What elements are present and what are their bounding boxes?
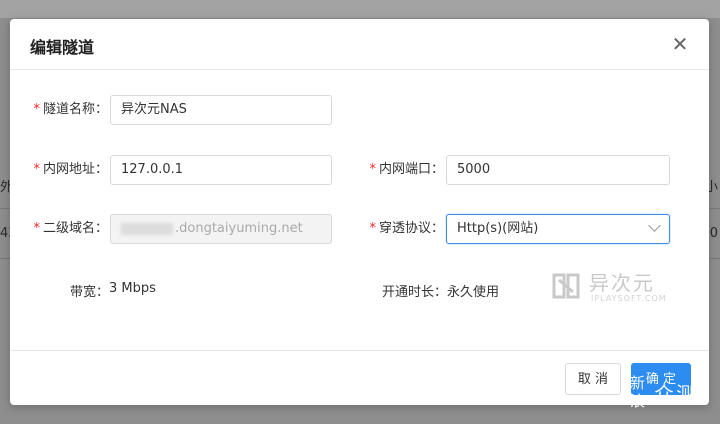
edit-tunnel-dialog: 编辑隧道 ✕ *隧道名称： 异次元NAS *内网地址： 127.0.0.1 *内… xyxy=(10,19,709,405)
protocol-select[interactable]: Http(s)(网站) xyxy=(446,214,670,244)
watermark-text: 众测 xyxy=(654,384,698,404)
intranet-address-label: *内网地址： xyxy=(30,155,108,185)
required-mark: * xyxy=(33,221,40,236)
protocol-label: *穿透协议： xyxy=(366,214,444,244)
watermark-subtext: IPLAYSOFT.COM xyxy=(591,294,667,303)
iplaysoft-watermark: 异次元 IPLAYSOFT.COM xyxy=(551,265,681,311)
required-mark: * xyxy=(33,102,40,117)
dialog-header: 编辑隧道 ✕ xyxy=(10,19,709,70)
dialog-title: 编辑隧道 xyxy=(30,34,94,58)
tunnel-name-label: *隧道名称： xyxy=(30,95,108,125)
backdrop-top xyxy=(0,0,720,18)
required-mark: * xyxy=(369,221,376,236)
watermark-text: 新浪 xyxy=(630,374,650,410)
duration-label: 开通时长： xyxy=(382,281,447,300)
intranet-port-label: *内网端口： xyxy=(366,155,444,185)
logo-icon xyxy=(551,271,581,301)
subdomain-label: *二级域名： xyxy=(30,214,108,244)
close-icon[interactable]: ✕ xyxy=(669,33,691,55)
cancel-button[interactable]: 取 消 xyxy=(565,363,621,395)
sina-zhongce-watermark: 新浪 众测 xyxy=(630,374,712,416)
required-mark: * xyxy=(33,162,40,177)
required-mark: * xyxy=(369,162,376,177)
dialog-footer: 取 消 确 定 xyxy=(10,350,709,406)
duration-value: 永久使用 xyxy=(447,281,499,300)
chevron-down-icon xyxy=(648,219,661,232)
protocol-selected-value: Http(s)(网站) xyxy=(457,221,538,236)
watermark-text: 异次元 xyxy=(589,267,655,296)
intranet-port-input[interactable]: 5000 xyxy=(446,155,670,185)
bandwidth-label: 带宽： xyxy=(70,281,109,300)
subdomain-input: .dongtaiyuming.net xyxy=(110,214,332,244)
redacted-text xyxy=(121,223,173,235)
tunnel-name-input[interactable]: 异次元NAS xyxy=(110,95,332,125)
intranet-address-input[interactable]: 127.0.0.1 xyxy=(110,155,332,185)
bandwidth-value: 3 Mbps xyxy=(109,281,156,296)
